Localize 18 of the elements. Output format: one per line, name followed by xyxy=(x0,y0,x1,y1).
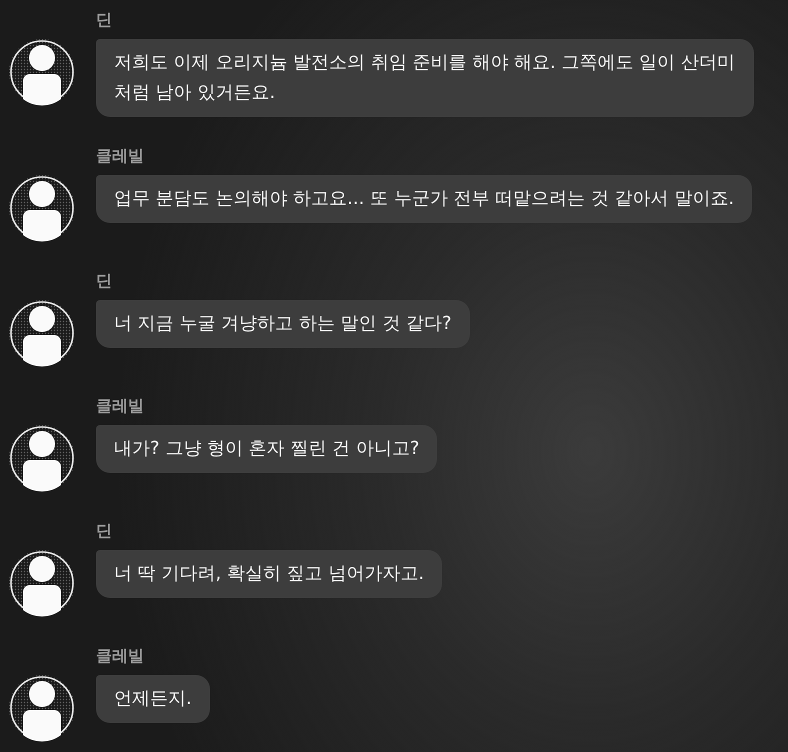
message-bubble: 너 지금 누굴 겨냥하고 하는 말인 것 같다? xyxy=(96,300,470,348)
message-bubble: 언제든지. xyxy=(96,675,210,723)
sender-name: 딘 xyxy=(96,520,112,542)
sender-name: 클레빌 xyxy=(96,145,144,167)
message-bubble: 너 딱 기다려, 확실히 짚고 넘어가자고. xyxy=(96,550,442,598)
message-bubble: 저희도 이제 오리지늄 발전소의 취임 준비를 해야 해요. 그쪽에도 일이 산더미처럼 남아 있거든요. xyxy=(96,39,754,117)
avatar-icon xyxy=(8,38,76,106)
avatar-icon xyxy=(8,299,76,367)
sender-name: 딘 xyxy=(96,9,112,31)
sender-name: 딘 xyxy=(96,270,112,292)
message-bubble: 내가? 그냥 형이 혼자 찔린 건 아니고? xyxy=(96,425,438,473)
avatar-icon xyxy=(8,174,76,242)
avatar-icon xyxy=(8,674,76,742)
avatar-icon xyxy=(8,549,76,617)
sender-name: 클레빌 xyxy=(96,645,144,667)
avatar-icon xyxy=(8,424,76,492)
message-bubble: 업무 분담도 논의해야 하고요... 또 누군가 전부 떠맡으려는 것 같아서 말이죠. xyxy=(96,175,752,223)
sender-name: 클레빌 xyxy=(96,395,144,417)
